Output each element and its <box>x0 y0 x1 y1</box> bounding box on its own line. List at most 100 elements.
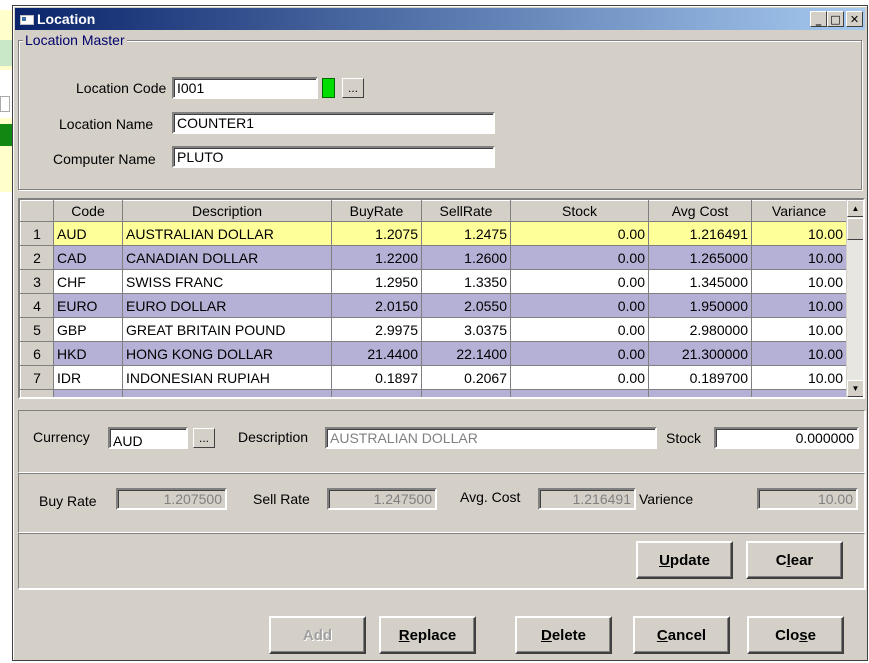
grid-scrollbar[interactable]: ▲ ▼ <box>846 200 863 397</box>
table-cell-code[interactable]: EURO <box>53 293 123 318</box>
close-icon[interactable]: ✕ <box>846 11 863 27</box>
table-cell-code[interactable]: AUD <box>53 221 123 246</box>
table-row[interactable]: 2 CAD CANADIAN DOLLAR 1.2200 1.2600 0.00 1.265… <box>20 245 847 270</box>
column-header[interactable]: SellRate <box>421 200 511 222</box>
row-number[interactable]: 5 <box>20 317 54 342</box>
table-cell-var[interactable]: 10.00 <box>751 221 847 246</box>
table-cell-desc[interactable]: INDIAN RUPEE <box>122 389 332 397</box>
table-cell-stock[interactable]: 0.00 <box>510 341 649 366</box>
table-cell-buy[interactable]: 3.7500 <box>331 389 422 397</box>
table-row[interactable]: 1 AUD AUSTRALIAN DOLLAR 1.2075 1.2475 0.00 1.2… <box>20 221 847 246</box>
table-cell-avg[interactable]: 21.300000 <box>648 341 752 366</box>
row-number[interactable]: 8 <box>20 389 54 397</box>
table-cell-avg[interactable]: 1.950000 <box>648 293 752 318</box>
scroll-up-icon[interactable]: ▲ <box>847 200 863 217</box>
table-cell-desc[interactable]: CANADIAN DOLLAR <box>122 245 332 270</box>
table-cell-buy[interactable]: 21.4400 <box>331 341 422 366</box>
table-cell-stock[interactable]: 0.00 <box>510 269 649 294</box>
row-number[interactable]: 4 <box>20 293 54 318</box>
update-button[interactable]: Update <box>636 541 733 579</box>
stock-field[interactable]: 0.000000 <box>714 427 859 449</box>
table-cell-code[interactable]: IDR <box>53 365 123 390</box>
table-row[interactable]: 7 IDR INDONESIAN RUPIAH 0.1897 0.2067 0.00 0.1… <box>20 365 847 390</box>
table-cell-var[interactable]: 10.00 <box>751 293 847 318</box>
table-cell-code[interactable]: HKD <box>53 341 123 366</box>
table-cell-sell[interactable]: 22.1400 <box>421 341 511 366</box>
table-cell-stock[interactable]: 0.00 <box>510 317 649 342</box>
row-number[interactable]: 7 <box>20 365 54 390</box>
column-header[interactable]: Variance <box>751 200 847 222</box>
table-row[interactable]: 6 HKD HONG KONG DOLLAR 21.4400 22.1400 0.00 21… <box>20 341 847 366</box>
table-cell-buy[interactable]: 2.0150 <box>331 293 422 318</box>
table-cell-avg[interactable]: 0.189700 <box>648 365 752 390</box>
description-field[interactable]: AUSTRALIAN DOLLAR <box>325 427 657 449</box>
minimize-icon[interactable]: _ <box>810 11 827 27</box>
table-cell-stock[interactable]: 0.00 <box>510 221 649 246</box>
table-cell-sell[interactable]: 3.0375 <box>421 317 511 342</box>
table-cell-code[interactable]: CHF <box>53 269 123 294</box>
currency-browse-button[interactable]: ... <box>193 428 215 448</box>
table-cell-sell[interactable]: 2.0550 <box>421 293 511 318</box>
title-bar[interactable]: Location _ □ ✕ <box>15 8 865 30</box>
row-number[interactable]: 1 <box>20 221 54 246</box>
scroll-down-icon[interactable]: ▼ <box>847 380 863 397</box>
table-cell-avg[interactable]: 1.216491 <box>648 221 752 246</box>
table-cell-avg[interactable]: 3.730000 <box>648 389 752 397</box>
table-cell-desc[interactable]: SWISS FRANC <box>122 269 332 294</box>
table-cell-code[interactable]: GBP <box>53 317 123 342</box>
column-header[interactable]: Description <box>122 200 332 222</box>
column-header[interactable]: BuyRate <box>331 200 422 222</box>
table-row[interactable]: 8INRINDIAN RUPEE3.75003.90000.003.730000… <box>20 389 847 397</box>
table-cell-sell[interactable]: 0.2067 <box>421 365 511 390</box>
table-row[interactable]: 4 EURO EURO DOLLAR 2.0150 2.0550 0.00 1.950000… <box>20 293 847 318</box>
row-number[interactable]: 2 <box>20 245 54 270</box>
computer-name-field[interactable]: PLUTO <box>172 146 495 168</box>
table-cell-avg[interactable]: 1.265000 <box>648 245 752 270</box>
clear-button[interactable]: Cl ear <box>746 541 843 579</box>
table-cell-desc[interactable]: HONG KONG DOLLAR <box>122 341 332 366</box>
table-cell-buy[interactable]: 0.1897 <box>331 365 422 390</box>
table-row[interactable]: 3 CHF SWISS FRANC 1.2950 1.3350 0.00 1.345000 1… <box>20 269 847 294</box>
table-cell-desc[interactable]: GREAT BRITAIN POUND <box>122 317 332 342</box>
table-cell-avg[interactable]: 1.345000 <box>648 269 752 294</box>
table-cell-stock[interactable]: 0.00 <box>510 365 649 390</box>
table-cell-code[interactable]: CAD <box>53 245 123 270</box>
table-cell-var[interactable]: 10.00 <box>751 245 847 270</box>
table-cell-sell[interactable]: 1.3350 <box>421 269 511 294</box>
table-cell-avg[interactable]: 2.980000 <box>648 317 752 342</box>
delete-button[interactable]: Delete <box>515 616 612 654</box>
table-cell-stock[interactable]: 0.00 <box>510 389 649 397</box>
column-header[interactable]: Code <box>53 200 123 222</box>
table-cell-stock[interactable]: 0.00 <box>510 245 649 270</box>
table-cell-sell[interactable]: 1.2600 <box>421 245 511 270</box>
table-cell-buy[interactable]: 1.2075 <box>331 221 422 246</box>
table-cell-var[interactable]: 10.00 <box>751 317 847 342</box>
scroll-thumb[interactable] <box>847 218 863 240</box>
location-code-browse-button[interactable]: ... <box>342 78 364 98</box>
row-number[interactable]: 3 <box>20 269 54 294</box>
table-cell-desc[interactable]: EURO DOLLAR <box>122 293 332 318</box>
location-name-field[interactable]: COUNTER1 <box>172 112 495 134</box>
table-cell-desc[interactable]: AUSTRALIAN DOLLAR <box>122 221 332 246</box>
column-header[interactable]: Stock <box>510 200 649 222</box>
maximize-icon[interactable]: □ <box>827 11 844 27</box>
table-cell-buy[interactable]: 1.2200 <box>331 245 422 270</box>
table-cell-var[interactable]: 10.00 <box>751 365 847 390</box>
table-cell-var[interactable]: 10.00 <box>751 389 847 397</box>
table-cell-var[interactable]: 10.00 <box>751 341 847 366</box>
table-cell-sell[interactable]: 3.9000 <box>421 389 511 397</box>
column-header[interactable]: Avg Cost <box>648 200 752 222</box>
table-cell-buy[interactable]: 1.2950 <box>331 269 422 294</box>
table-row[interactable]: 5 GBP GREAT BRITAIN POUND 2.9975 3.0375 0.00 2… <box>20 317 847 342</box>
location-code-field[interactable]: I001 <box>172 77 318 99</box>
cancel-button[interactable]: Cancel <box>633 616 730 654</box>
table-cell-desc[interactable]: INDONESIAN RUPIAH <box>122 365 332 390</box>
table-cell-code[interactable]: INR <box>53 389 123 397</box>
table-cell-stock[interactable]: 0.00 <box>510 293 649 318</box>
table-cell-sell[interactable]: 1.2475 <box>421 221 511 246</box>
table-cell-buy[interactable]: 2.9975 <box>331 317 422 342</box>
table-cell-var[interactable]: 10.00 <box>751 269 847 294</box>
replace-button[interactable]: Replace <box>379 616 476 654</box>
row-number[interactable]: 6 <box>20 341 54 366</box>
close-button[interactable]: Clo s e <box>747 616 844 654</box>
